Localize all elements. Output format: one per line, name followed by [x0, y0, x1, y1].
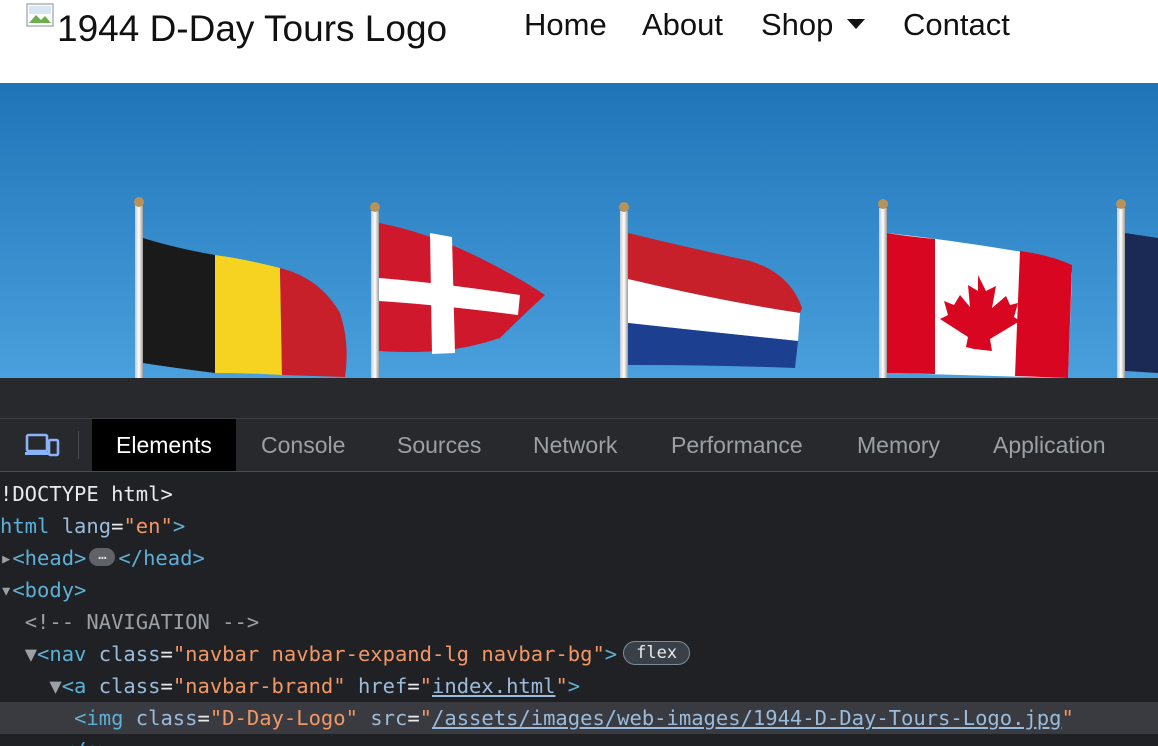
nav-link-shop-label: Shop [761, 7, 834, 42]
elements-dom-tree: !DOCTYPE html> html lang="en"> ▸<head>… <… [0, 472, 1158, 746]
flex-badge[interactable]: flex [623, 641, 691, 665]
collapse-arrow-icon[interactable]: ▾ [0, 578, 12, 602]
src-link[interactable]: /assets/images/web-images/1944-D-Day-Tou… [432, 706, 1061, 730]
hero-flags-image [0, 83, 1158, 378]
collapse-arrow-icon[interactable]: ▼ [49, 674, 61, 698]
hero-banner [0, 83, 1158, 378]
devtools-panel: Elements Console Sources Network Perform… [0, 378, 1158, 746]
dom-line-anchor[interactable]: ▼<a class="navbar-brand" href="index.htm… [0, 670, 1158, 702]
tab-memory[interactable]: Memory [857, 419, 940, 471]
devtools-top-strip [0, 378, 1158, 419]
nav-link-contact[interactable]: Contact [903, 5, 1010, 45]
tab-performance[interactable]: Performance [671, 419, 803, 471]
nav-link-about[interactable]: About [642, 5, 723, 45]
dom-line-head[interactable]: ▸<head>… </head> [0, 542, 1158, 574]
tab-sources[interactable]: Sources [397, 419, 481, 471]
nav-link-home[interactable]: Home [524, 5, 607, 45]
dropdown-caret-icon [847, 18, 866, 29]
tab-network[interactable]: Network [533, 419, 617, 471]
dom-line-body[interactable]: ▾<body> [0, 574, 1158, 606]
dom-line-anchor-close[interactable]: </a> [0, 734, 1158, 746]
site-navbar: 1944 D-Day Tours Logo Home About Shop Co… [0, 0, 1158, 83]
devtools-tab-bar: Elements Console Sources Network Perform… [0, 419, 1158, 472]
dom-line-doctype[interactable]: !DOCTYPE html> [0, 478, 1158, 510]
tab-console[interactable]: Console [261, 419, 345, 471]
dom-line-html[interactable]: html lang="en"> [0, 510, 1158, 542]
nav-link-shop[interactable]: Shop [761, 5, 866, 45]
broken-image-icon [26, 3, 54, 27]
collapse-arrow-icon[interactable]: ▼ [25, 642, 37, 666]
tab-elements[interactable]: Elements [92, 419, 236, 471]
expand-arrow-icon[interactable]: ▸ [0, 546, 12, 570]
collapsed-content-ellipsis[interactable]: … [89, 548, 116, 566]
device-toolbar-icon[interactable] [24, 432, 62, 460]
dom-line-img-selected[interactable]: <img class="D-Day-Logo" src="/assets/ima… [0, 702, 1158, 734]
brand-logo-alt-text: 1944 D-Day Tours Logo [57, 8, 448, 49]
dom-line-nav[interactable]: ▼<nav class="navbar navbar-expand-lg nav… [0, 638, 1158, 670]
toolbar-divider [78, 431, 79, 459]
href-link[interactable]: index.html [432, 674, 555, 698]
dom-line-comment[interactable]: <!-- NAVIGATION --> [0, 606, 1158, 638]
tab-application[interactable]: Application [993, 419, 1106, 471]
